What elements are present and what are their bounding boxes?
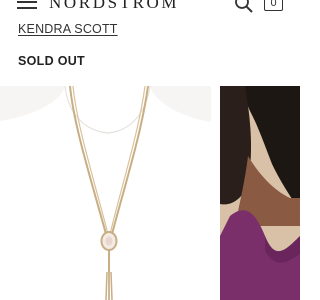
product-image-necklace[interactable] xyxy=(0,86,211,300)
nordstrom-logo[interactable]: NORDSTROM xyxy=(49,0,179,13)
hamburger-menu-icon[interactable] xyxy=(17,0,37,9)
product-image-model[interactable] xyxy=(220,86,300,300)
search-icon[interactable] xyxy=(234,0,254,13)
shopping-bag-icon[interactable]: 0 xyxy=(264,0,283,11)
site-header: NORDSTROM 0 xyxy=(0,0,300,16)
sold-out-status: SOLD OUT xyxy=(18,54,85,68)
brand-link[interactable]: KENDRA SCOTT xyxy=(18,22,118,36)
bag-count: 0 xyxy=(270,0,277,9)
